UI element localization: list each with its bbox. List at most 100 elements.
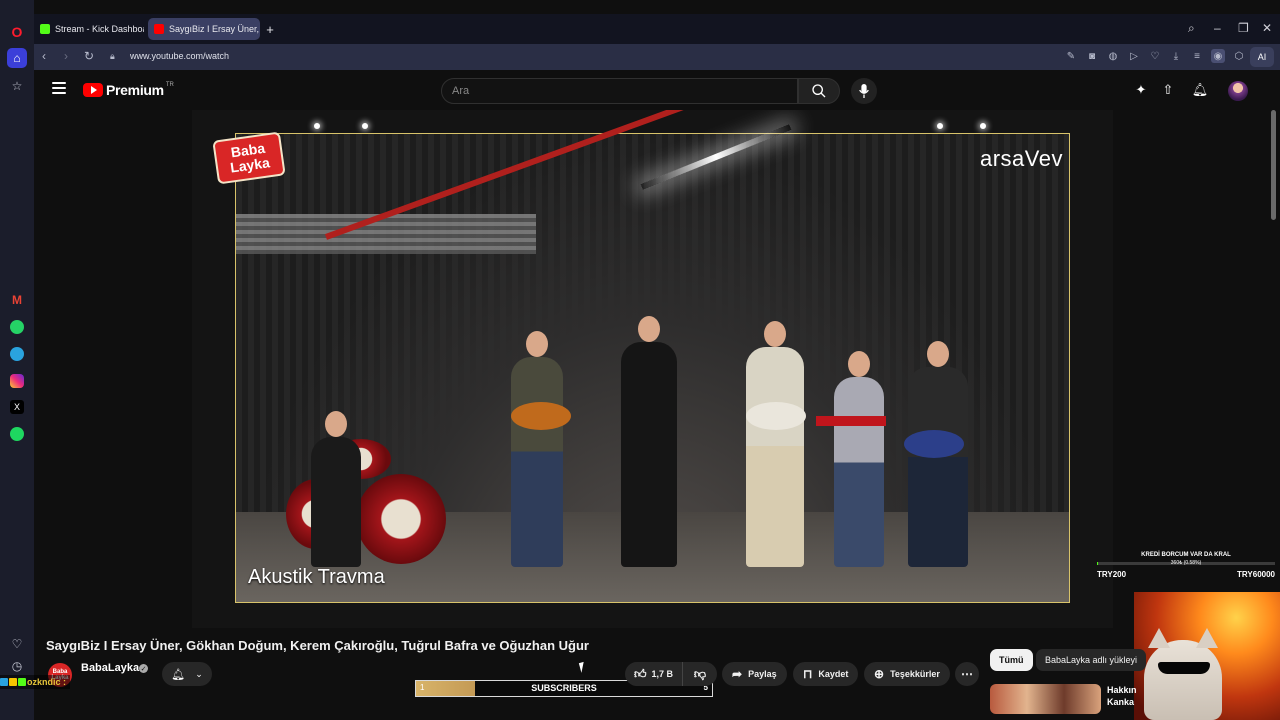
subscribed-bell-button[interactable]: 🔔︎ ⌄ [162,662,212,686]
electric-guitar [511,402,571,430]
search-box [441,78,798,104]
create-icon[interactable]: ✦ [1133,82,1149,98]
sponsor-watermark: arsaVev [980,146,1063,171]
close-icon[interactable]: ✕ [1262,21,1272,35]
hamburger-menu-icon[interactable] [52,82,66,94]
save-label: Kaydet [818,669,849,679]
page-scrollbar[interactable] [1271,110,1276,220]
save-button[interactable]: ⊓ Kaydet [793,662,859,686]
chevron-down-icon: ⌄ [195,668,203,679]
star-icon[interactable]: ☆ [7,76,27,96]
search-button[interactable] [798,78,840,104]
new-tab-button[interactable]: + [262,18,278,40]
restore-icon[interactable]: ❐ [1238,21,1249,35]
whatsapp-icon[interactable] [7,317,27,337]
tab-label: Stream - Kick Dashboard [55,24,144,34]
heart-icon[interactable]: ♡ [7,634,27,654]
forward-icon[interactable]: › [64,49,68,63]
download-icon[interactable]: ⤓ [1169,49,1183,63]
thanks-label: Teşekkürler [890,669,940,679]
notifications-bell-icon[interactable]: 🔔︎ [1192,82,1209,98]
video-player[interactable]: Akustik Travma Baba Layka arsaVev [192,110,1113,628]
search-input[interactable] [442,79,797,103]
chat-badge-icon [18,678,26,686]
edit-icon[interactable]: ✎ [1064,49,1078,63]
history-icon[interactable]: ◷ [7,656,27,676]
like-count: 1,7 B [651,669,674,679]
tab-youtube-video[interactable]: SaygıBiz I Ersay Üner, [148,18,260,40]
address-bar: ‹ › ↻ 🔒︎ www.youtube.com/watch ✎ ◙ ◍ ▷ ♡… [34,44,1280,70]
donation-goal: TRY60000 [1237,570,1275,579]
dislike-button[interactable]: 👎︎ [683,667,717,682]
opera-logo-icon[interactable]: O [7,22,27,42]
camera-icon[interactable]: ◙ [1085,49,1099,63]
channel-name[interactable]: BabaLayka [81,662,139,674]
extension-icon[interactable]: ⬡ [1232,49,1246,63]
drum [356,474,446,564]
like-button[interactable]: 👍︎ 1,7 B [625,662,683,686]
share-label: Paylaş [748,669,777,679]
chat-badge-icon [0,678,8,686]
tab-kick-dashboard[interactable]: Stream - Kick Dashboard [34,18,144,40]
recommended-video-title[interactable]: Hakkın Kanka [1107,684,1147,708]
thanks-button[interactable]: ⊕ Teşekkürler [864,662,950,686]
cat-webcam-image [1144,628,1222,720]
chat-message: ozkndic : [0,675,71,689]
keyboard [816,416,886,426]
menu-lines-icon[interactable]: ≡ [1190,49,1204,63]
heart-outline-icon[interactable]: ♡ [1148,49,1162,63]
ceiling-pipes [236,214,536,254]
account-avatar[interactable] [1228,81,1248,101]
upload-icon[interactable]: ⇧ [1160,82,1176,98]
recommended-video-thumbnail[interactable] [990,684,1101,714]
youtube-favicon-icon [154,24,164,34]
reload-icon[interactable]: ↻ [84,49,94,63]
cat-ear [1148,628,1170,648]
more-actions-button[interactable]: ⋯ [955,662,979,686]
thumbs-up-icon: 👍︎ [633,666,647,681]
telegram-icon[interactable] [7,344,27,364]
gmail-icon[interactable]: M [7,290,27,310]
spotify-icon[interactable] [7,424,27,444]
guitarist [511,331,563,567]
youtube-header: Premium TR ✦ ⇧ 🔔︎ [34,70,1280,110]
minimize-icon[interactable]: – [1214,21,1221,35]
chat-username: ozkndic : [27,677,67,687]
youtube-logo[interactable]: Premium TR [83,82,174,98]
chip-channel-uploads[interactable]: BabaLayka adlı yükleyi [1036,649,1147,671]
youtube-play-icon [83,83,103,97]
back-icon[interactable]: ‹ [42,49,46,63]
voice-search-button[interactable] [851,78,877,104]
stage-light [314,123,320,129]
stage-light [980,123,986,129]
search-icon [812,84,826,98]
shield-icon[interactable]: ◍ [1106,49,1120,63]
like-dislike-group: 👍︎ 1,7 B 👎︎ [625,662,717,686]
video-overlay-title: Akustik Travma [248,566,385,588]
x-twitter-icon[interactable]: X [7,397,27,417]
video-title: SaygıBiz I Ersay Üner, Gökhan Doğum, Ker… [46,638,589,653]
url-field[interactable]: www.youtube.com/watch [130,51,229,61]
ceiling-light [640,124,792,190]
opera-sidebar: O ⌂ ☆ M X ♡ ◷ [0,0,34,720]
play-icon[interactable]: ▷ [1127,49,1141,63]
chat-badge-icon [9,678,17,686]
chip-all[interactable]: Tümü [990,649,1033,671]
instagram-icon[interactable] [7,371,27,391]
super-thanks-icon: ⊕ [874,667,885,681]
mouse-cursor-icon [578,661,590,673]
thumbs-down-icon: 👎︎ [693,666,707,681]
logo-word: Premium [106,82,164,98]
donation-start: TRY200 [1097,570,1127,579]
address-bar-tools: ✎ ◙ ◍ ▷ ♡ ⤓ ≡ ◉ ⬡ [1064,49,1246,63]
drummer [311,411,361,567]
bookmark-icon: ⊓ [803,667,813,681]
home-icon[interactable]: ⌂ [7,48,27,68]
ai-button[interactable]: AI [1250,47,1274,67]
search-tabs-icon[interactable]: ⌕ [1188,21,1195,36]
profile-icon[interactable]: ◉ [1211,49,1225,63]
donation-goal-widget: KREDİ BORCUM VAR DA KRAL 360₺ (0.58%) TR… [1097,552,1275,582]
stage-light [362,123,368,129]
share-button[interactable]: ➦ Paylaş [722,662,787,686]
tab-label: SaygıBiz I Ersay Üner, [169,24,260,34]
